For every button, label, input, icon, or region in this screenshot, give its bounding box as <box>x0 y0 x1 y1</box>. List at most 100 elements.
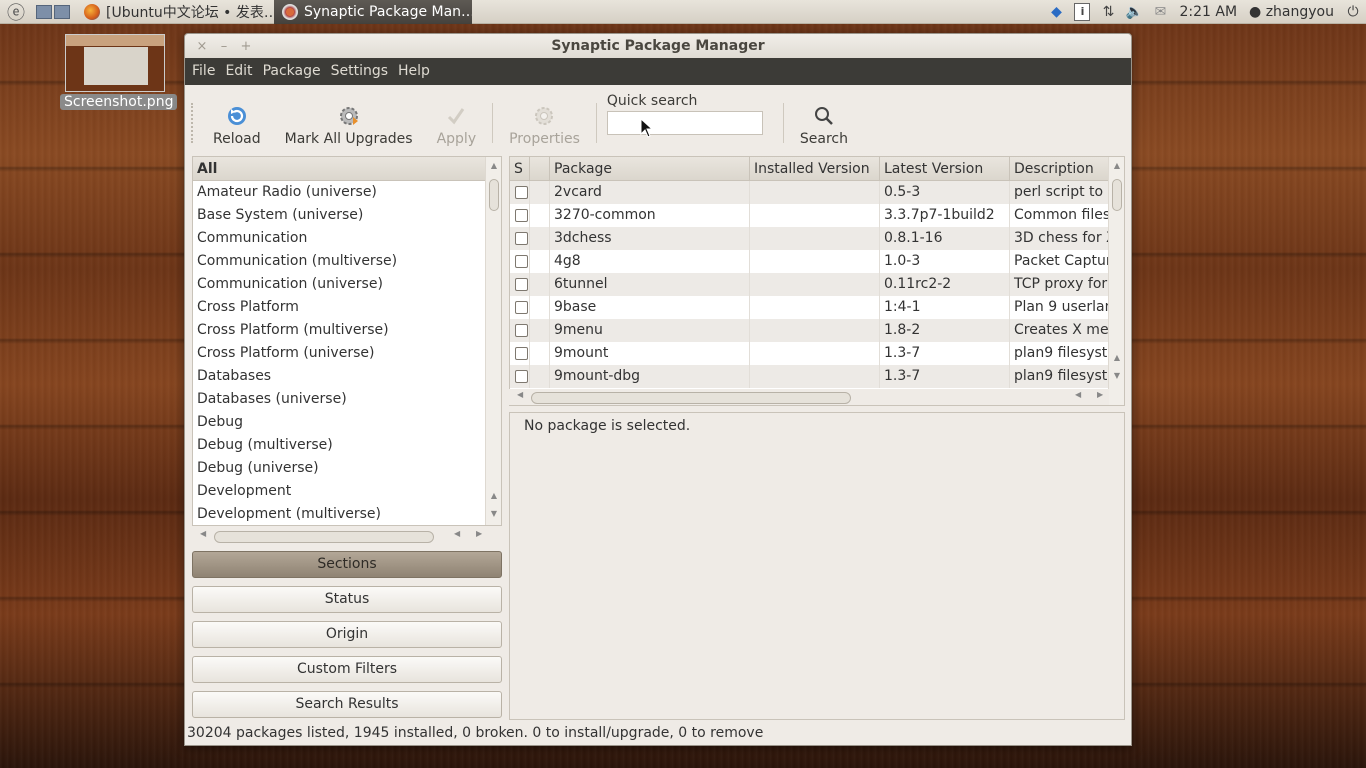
checkbox[interactable] <box>515 255 528 268</box>
menu-file[interactable]: File <box>187 58 220 85</box>
scroll-left-icon[interactable]: ◀ <box>517 390 523 399</box>
table-row[interactable]: 9mount 1.3-7 plan9 filesyste <box>510 342 1124 365</box>
package-status-checkbox[interactable] <box>510 227 530 250</box>
scroll-left-icon[interactable]: ◀ <box>200 529 206 538</box>
package-status-checkbox[interactable] <box>510 319 530 342</box>
section-item[interactable]: Amateur Radio (universe) <box>193 181 501 204</box>
quick-search-input[interactable] <box>606 111 763 135</box>
taskbar-button[interactable]: [Ubuntu中文论坛 • 发表… <box>76 0 274 24</box>
section-hscroll-thumb[interactable] <box>214 531 434 543</box>
package-status-checkbox[interactable] <box>510 181 530 204</box>
network-icon[interactable]: ⇅ <box>1095 0 1121 24</box>
checkbox[interactable] <box>515 209 528 222</box>
status-filter-button[interactable]: Status <box>192 586 502 613</box>
section-item[interactable]: Development (multiverse) <box>193 503 501 526</box>
package-status-checkbox[interactable] <box>510 296 530 319</box>
section-item[interactable]: Cross Platform <box>193 296 501 319</box>
table-row[interactable]: 2vcard 0.5-3 perl script to c <box>510 181 1124 204</box>
table-row[interactable]: 9base 1:4-1Plan 9 userlanc <box>510 296 1124 319</box>
scroll-up-icon[interactable]: ▲ <box>486 161 502 170</box>
scroll-left-icon[interactable]: ◀ <box>454 529 460 538</box>
column-header-latest-version[interactable]: Latest Version <box>880 157 1010 180</box>
mark-all-upgrades-button[interactable]: Mark All Upgrades <box>273 91 425 147</box>
checkbox[interactable] <box>515 301 528 314</box>
section-header-all[interactable]: All <box>193 157 501 181</box>
maximize-icon[interactable]: + <box>235 39 257 54</box>
package-status-checkbox[interactable] <box>510 250 530 273</box>
table-row[interactable]: 3270-common 3.3.7p7-1build2 Common files <box>510 204 1124 227</box>
section-item[interactable]: Communication <box>193 227 501 250</box>
section-scroll-thumb[interactable] <box>489 179 499 211</box>
table-row[interactable]: 3dchess 0.8.1-16 3D chess for X <box>510 227 1124 250</box>
section-item[interactable]: Development <box>193 480 501 503</box>
dropbox-icon[interactable]: ◆ <box>1043 0 1069 24</box>
package-status-checkbox[interactable] <box>510 342 530 365</box>
package-status-checkbox[interactable] <box>510 273 530 296</box>
table-row[interactable]: 9menu 1.8-2 Creates X mer <box>510 319 1124 342</box>
section-item[interactable]: Debug (universe) <box>193 457 501 480</box>
package-scroll-thumb[interactable] <box>1112 179 1122 211</box>
apply-button[interactable]: Apply <box>425 91 489 147</box>
clock[interactable]: 2:21 AM <box>1173 4 1243 20</box>
scroll-up-icon[interactable]: ▲ <box>1109 161 1124 170</box>
applications-menu-icon[interactable]: ⓔ <box>0 0 32 24</box>
section-item[interactable]: Debug <box>193 411 501 434</box>
taskbar-button[interactable]: Synaptic Package Man… <box>274 0 472 24</box>
section-item[interactable]: Databases <box>193 365 501 388</box>
minimize-icon[interactable]: – <box>213 39 235 54</box>
mail-icon[interactable]: ✉ <box>1147 0 1173 24</box>
column-header-installed-version[interactable]: Installed Version <box>750 157 880 180</box>
power-icon[interactable]: ⏻ <box>1340 0 1366 24</box>
column-header-s[interactable]: S <box>510 157 530 180</box>
checkbox[interactable] <box>515 324 528 337</box>
column-header-package[interactable]: Package <box>550 157 750 180</box>
close-icon[interactable]: × <box>191 39 213 54</box>
show-desktop-button[interactable] <box>32 1 76 23</box>
section-item[interactable]: Debug (multiverse) <box>193 434 501 457</box>
section-item[interactable]: Cross Platform (universe) <box>193 342 501 365</box>
package-table-hscrollbar[interactable]: ◀ ◀ ▶ <box>509 389 1109 405</box>
menu-edit[interactable]: Edit <box>220 58 257 85</box>
scroll-left-icon[interactable]: ◀ <box>1075 390 1081 399</box>
user-menu[interactable]: ● zhangyou <box>1243 4 1340 20</box>
section-item[interactable]: Cross Platform (multiverse) <box>193 319 501 342</box>
package-status-checkbox[interactable] <box>510 365 530 388</box>
origin-filter-button[interactable]: Origin <box>192 621 502 648</box>
properties-button[interactable]: Properties <box>497 91 592 147</box>
checkbox[interactable] <box>515 347 528 360</box>
search-results-button[interactable]: Search Results <box>192 691 502 718</box>
section-list-vscrollbar[interactable]: ▲ ▲ ▼ <box>485 157 501 525</box>
sections-filter-button[interactable]: Sections <box>192 551 502 578</box>
menu-help[interactable]: Help <box>393 58 435 85</box>
checkbox[interactable] <box>515 370 528 383</box>
section-list-hscrollbar[interactable]: ◀ ◀ ▶ <box>192 528 502 544</box>
custom-filters-button[interactable]: Custom Filters <box>192 656 502 683</box>
checkbox[interactable] <box>515 186 528 199</box>
search-button[interactable]: Search <box>788 91 860 147</box>
package-table-vscrollbar[interactable]: ▲ ▲ ▼ <box>1108 157 1124 405</box>
table-row[interactable]: 4g8 1.0-3 Packet Capture <box>510 250 1124 273</box>
scroll-down-icon[interactable]: ▼ <box>1109 371 1124 380</box>
section-item[interactable]: Base System (universe) <box>193 204 501 227</box>
section-item[interactable]: Communication (universe) <box>193 273 501 296</box>
volume-icon[interactable]: 🔈 <box>1121 0 1147 24</box>
checkbox[interactable] <box>515 278 528 291</box>
column-header-support[interactable] <box>530 157 550 180</box>
info-icon[interactable]: i <box>1069 0 1095 24</box>
table-row[interactable]: 9mount-dbg 1.3-7 plan9 filesyste <box>510 365 1124 388</box>
scroll-right-icon[interactable]: ▶ <box>1097 390 1103 399</box>
scroll-right-icon[interactable]: ▶ <box>476 529 482 538</box>
desktop-file-screenshot[interactable]: Screenshot.png <box>60 34 178 110</box>
table-row[interactable]: 6tunnel 0.11rc2-2 TCP proxy for r <box>510 273 1124 296</box>
scroll-up-icon[interactable]: ▲ <box>486 491 502 500</box>
package-status-checkbox[interactable] <box>510 204 530 227</box>
title-bar[interactable]: × – + Synaptic Package Manager <box>185 34 1131 58</box>
menu-settings[interactable]: Settings <box>326 58 393 85</box>
column-header-description[interactable]: Description <box>1010 157 1110 180</box>
scroll-up-icon[interactable]: ▲ <box>1109 353 1124 362</box>
section-item[interactable]: Communication (multiverse) <box>193 250 501 273</box>
reload-button[interactable]: Reload <box>201 91 273 147</box>
package-hscroll-thumb[interactable] <box>531 392 851 404</box>
menu-package[interactable]: Package <box>258 58 326 85</box>
section-item[interactable]: Databases (universe) <box>193 388 501 411</box>
